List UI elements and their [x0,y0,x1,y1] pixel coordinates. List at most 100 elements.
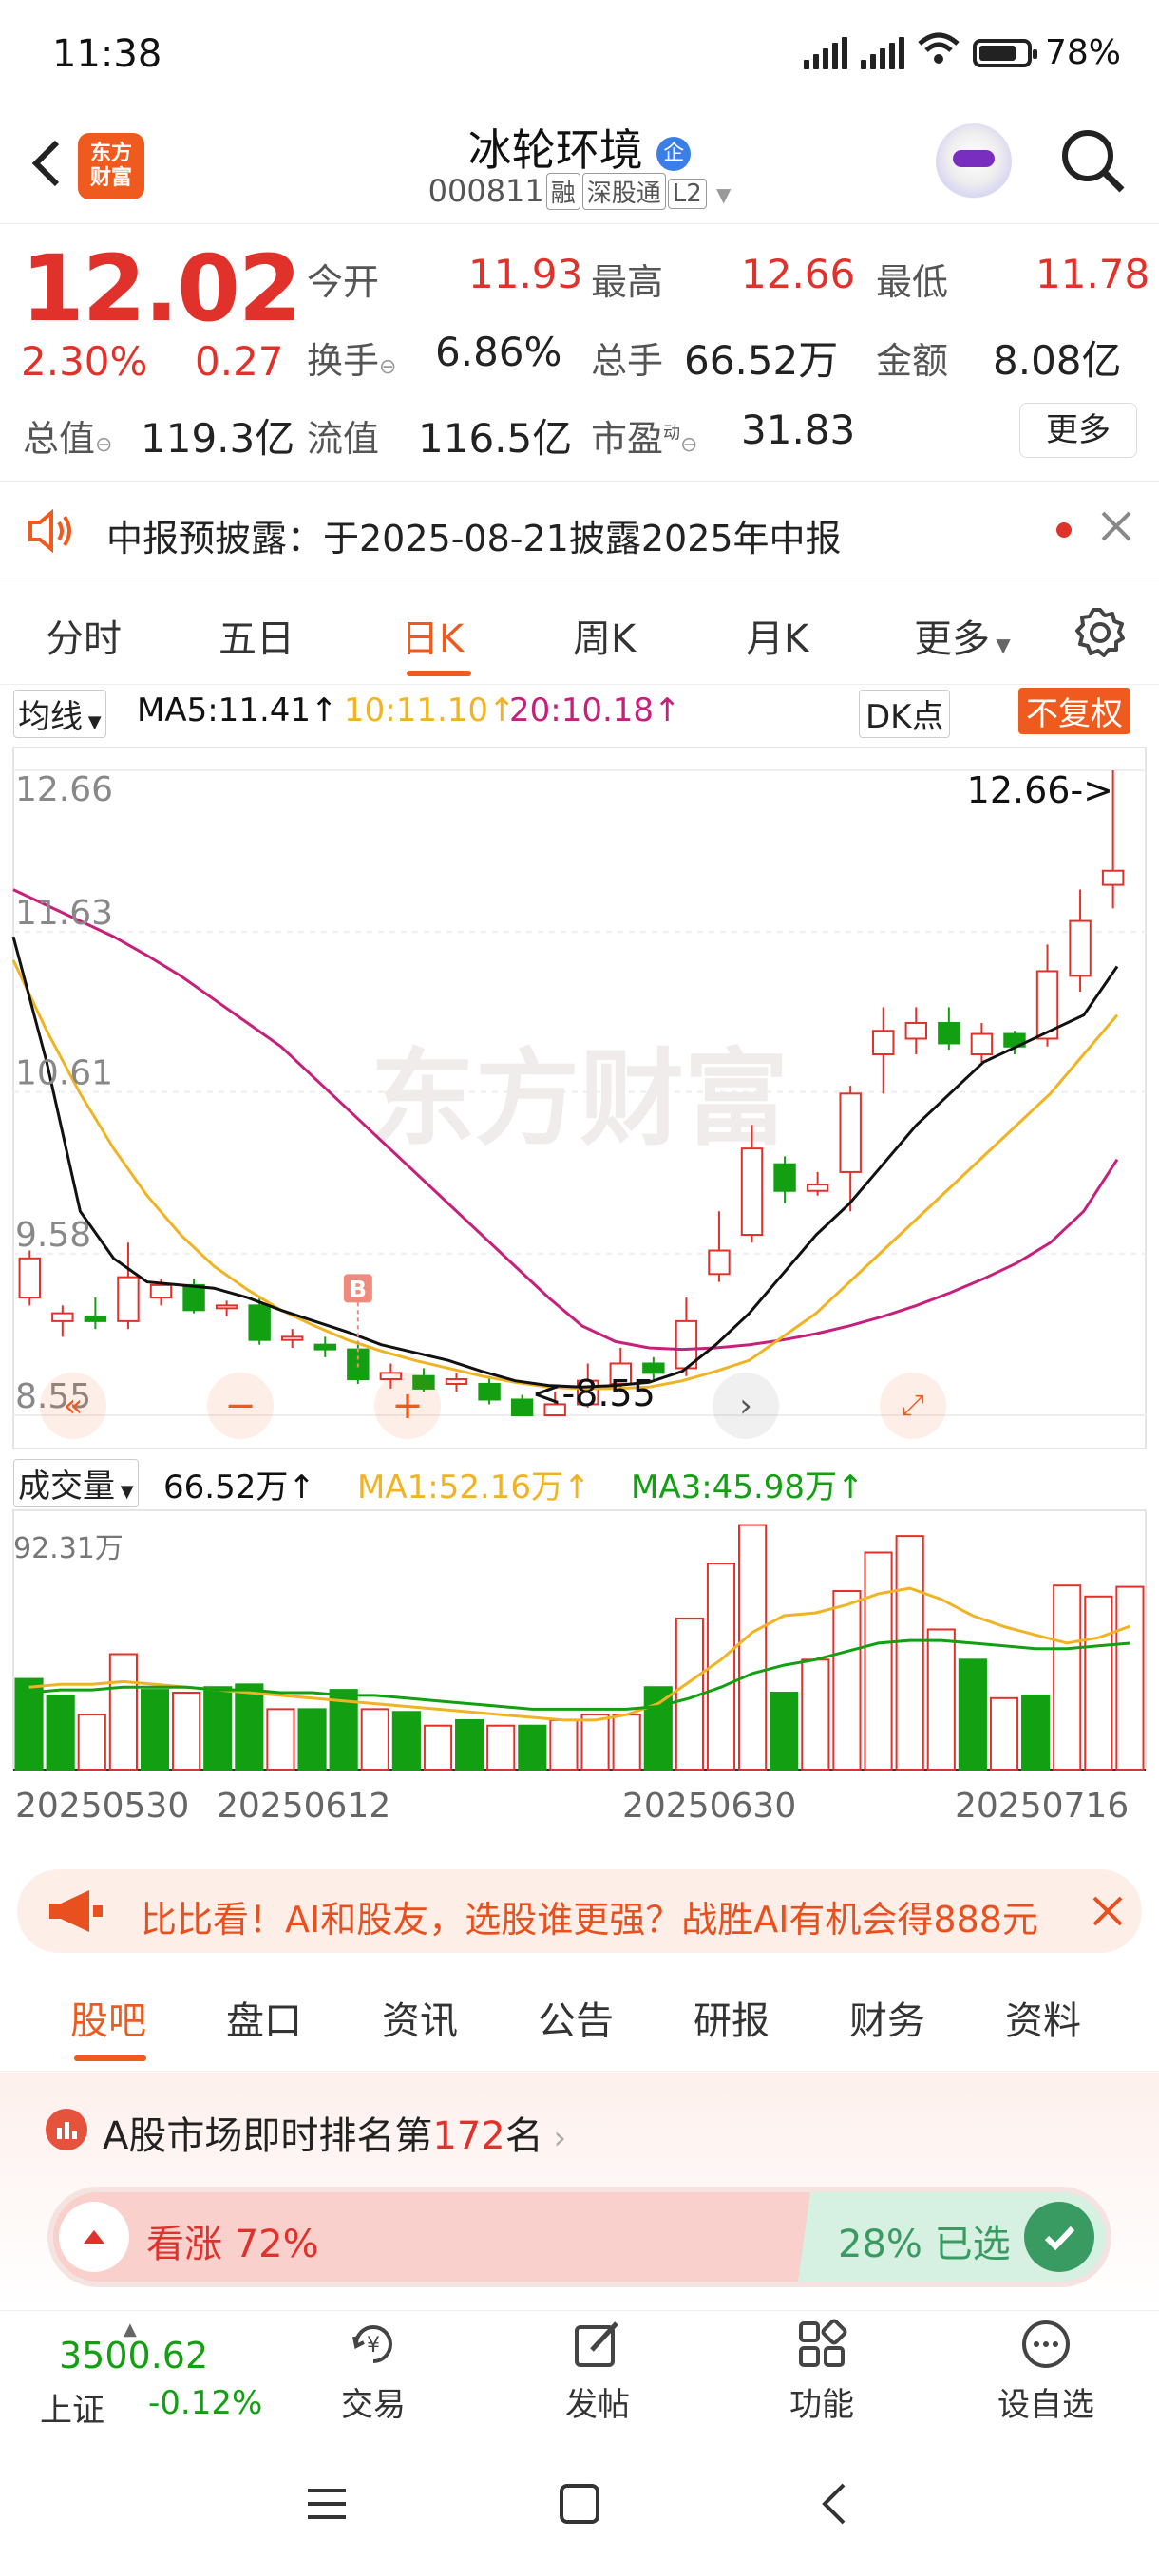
candle-body [740,1147,764,1237]
dropdown-caret-icon: ▼ [716,183,732,206]
more-button[interactable]: 更多 [1019,403,1137,458]
candle-body [149,1283,173,1299]
candle-body [84,1315,107,1322]
pe-label: 市盈动⊖ [591,418,698,460]
volume-bar [203,1686,233,1771]
edit-icon [575,2321,618,2367]
tag-margin: 融 [545,173,580,210]
candle-body [215,1304,238,1310]
functions-button[interactable]: 功能 [760,2318,884,2425]
volume-value: 66.52万↑ [163,1468,315,1506]
volume-bar [643,1686,673,1771]
vote-down-text: 28% 已选 [838,2223,1011,2266]
volume-bar [108,1653,138,1771]
high-label: 最高 [591,261,664,303]
tab-news[interactable]: 资讯 [382,1990,458,2045]
volume-bar [360,1708,390,1771]
status-bar: 11:38 78% [0,0,1159,104]
open-label: 今开 [307,261,380,303]
sentiment-panel: A股市场即时排名第172名 › 看涨 72% 28% 已选 [0,2073,1159,2310]
candle-body [445,1378,468,1385]
zoom-in-icon[interactable]: + [374,1373,441,1439]
tab-research[interactable]: 研报 [694,1990,770,2045]
tab-announcements[interactable]: 公告 [538,1990,614,2045]
tab-daily-k[interactable]: 日K [401,608,464,663]
low-value: 11.78 [1036,251,1150,297]
volume-bars [12,1509,1147,1771]
volume-bar [1021,1694,1051,1771]
ma10-value: 10:11.10↑ [344,691,516,729]
nav-back-icon[interactable] [815,2481,853,2530]
scroll-left-icon[interactable]: « [40,1373,106,1439]
home-icon[interactable] [559,2483,600,2529]
functions-label: 功能 [789,2386,854,2424]
tab-guba[interactable]: 股吧 [70,1990,146,2045]
tab-profile[interactable]: 资料 [1005,1990,1081,2045]
candle-body [839,1092,862,1173]
close-icon[interactable] [1097,507,1135,549]
chart-grid: 东方财富 [12,747,1147,1449]
candle-body [248,1304,271,1341]
volume-bar [77,1714,106,1771]
volume-bar [266,1708,295,1771]
post-button[interactable]: 发帖 [536,2318,659,2425]
menu-icon[interactable] [306,2483,348,2529]
candle-body [182,1283,205,1312]
dk-point-selector[interactable]: DK点 [859,690,951,738]
checkmark-icon [1024,2202,1094,2272]
tab-more[interactable]: 更多 ▼ [914,608,1011,663]
volume-bar [738,1524,768,1771]
volume-bar [486,1724,516,1771]
kline-chart[interactable]: 东方财富 12.66 11.63 10.61 9.58 8.55 12.66-> <-8.5… [0,736,1159,1861]
candle-body [872,1030,895,1056]
vol-ma1-value: MA1:52.16万↑ [357,1468,591,1506]
ai-robot-avatar[interactable] [936,123,1012,199]
tab-intraday[interactable]: 分时 [46,608,122,663]
search-icon[interactable] [1059,127,1128,199]
vote-up-text: 看涨 72% [146,2223,319,2266]
candle-body [314,1343,336,1351]
battery-icon [972,38,1037,67]
amount-label: 金额 [876,340,949,382]
promo-close-icon[interactable] [1089,1892,1127,1934]
tab-pankou[interactable]: 盘口 [226,1990,302,2045]
price-tick-label: 10.61 [15,1054,113,1093]
ma-selector[interactable]: 均线 ▼ [13,690,106,738]
candle-body [51,1312,74,1322]
volume-bar [391,1711,421,1771]
float-value: 116.5亿 [418,415,573,462]
scroll-right-icon[interactable]: › [712,1373,779,1439]
volume-bar [172,1692,201,1771]
adjust-toggle[interactable]: 不复权 [1018,688,1130,734]
volume-bar [1084,1595,1113,1771]
fullscreen-icon[interactable]: ⤢ [880,1373,946,1439]
candle-body [642,1362,665,1374]
volume-value: 66.52万 [684,337,839,384]
notice-text: 中报预披露：于2025-08-21披露2025年中报 [106,518,842,559]
add-watchlist-button[interactable]: 设自选 [984,2318,1108,2425]
vol-ma3-value: MA3:45.98万↑ [631,1468,864,1506]
candle-body [281,1335,304,1341]
index-value: 3500.62 [59,2335,209,2377]
amount-value: 8.08亿 [993,337,1122,384]
unread-dot [1056,522,1072,538]
volume-bar [235,1683,264,1771]
kline-svg[interactable]: 东方财富 12.6611.6310.619.588.5512.66-><-8.5… [0,736,1159,1857]
promo-banner[interactable]: 比比看！AI和股友，选股谁更强？战胜AI有机会得888元 [17,1869,1142,1953]
notice-bar[interactable]: 中报预披露：于2025-08-21披露2025年中报 [0,483,1159,578]
tab-five-day[interactable]: 五日 [218,608,294,663]
trade-button[interactable]: ¥ 交易 [312,2318,435,2425]
settings-gear-icon[interactable] [1074,606,1127,663]
tab-monthly-k[interactable]: 月K [746,608,808,663]
candle-body [970,1032,994,1056]
rank-text[interactable]: A股市场即时排名第172名 › [103,2105,566,2160]
volume-bar [455,1718,484,1771]
volume-selector[interactable]: 成交量 ▼ [13,1459,139,1507]
volume-bar [549,1718,579,1771]
tab-weekly-k[interactable]: 周K [573,608,636,663]
volume-bar [895,1535,924,1771]
zoom-out-icon[interactable]: − [207,1373,274,1439]
open-value: 11.93 [468,251,583,297]
tab-finance[interactable]: 财务 [849,1990,925,2045]
price-tick-label: 9.58 [15,1216,91,1255]
